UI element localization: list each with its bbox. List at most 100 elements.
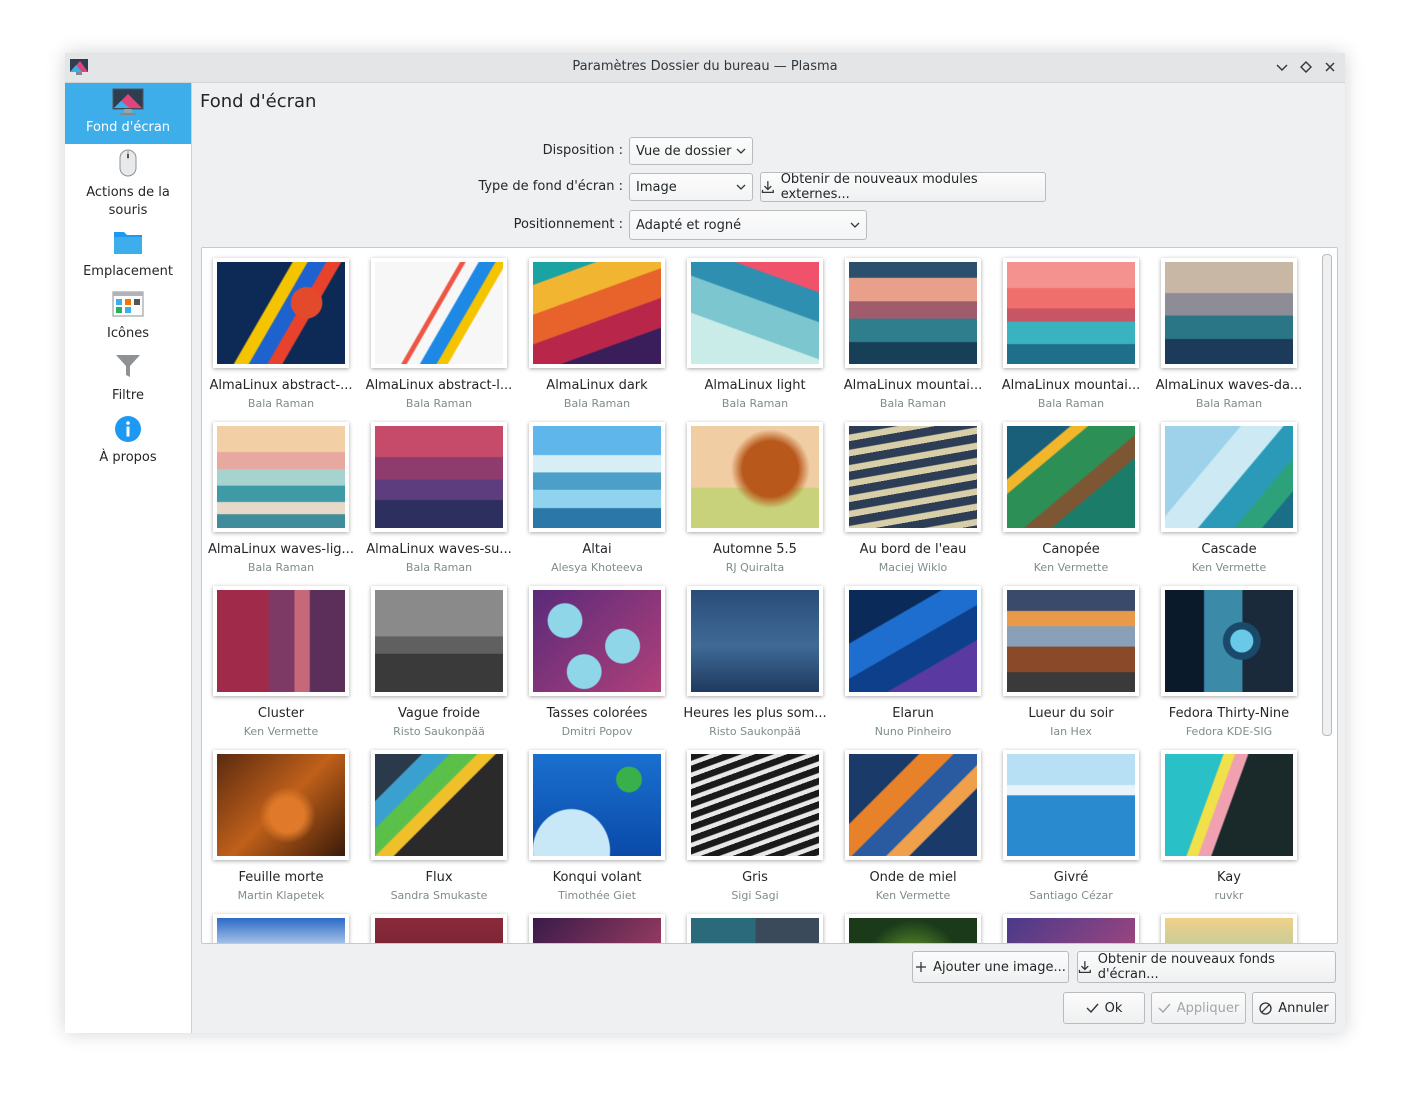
wallpaper-type-combo[interactable]: Image <box>629 173 753 201</box>
wallpaper-thumbnail <box>1165 590 1293 692</box>
checkmark-icon <box>1086 1003 1099 1014</box>
wallpaper-thumbnail-frame <box>529 914 665 943</box>
add-image-label: Ajouter une image... <box>933 959 1066 975</box>
minimize-button[interactable] <box>1272 57 1292 77</box>
wallpaper-author: RJ Quiralta <box>725 561 785 574</box>
wallpaper-name: Lueur du soir <box>1028 706 1114 721</box>
wallpaper-tile[interactable]: Vague froide Risto Saukonpää <box>364 580 514 742</box>
wallpaper-name: AlmaLinux waves-su... <box>366 542 512 557</box>
wallpaper-tile[interactable]: AlmaLinux dark Bala Raman <box>522 252 672 414</box>
wallpaper-tile[interactable]: Flux Sandra Smukaste <box>364 744 514 906</box>
wallpaper-thumbnail-frame <box>687 914 823 943</box>
wallpaper-tile[interactable] <box>996 908 1146 943</box>
wallpaper-name: AlmaLinux dark <box>546 378 648 393</box>
wallpaper-thumbnail-frame <box>1003 750 1139 860</box>
wallpaper-tile[interactable]: AlmaLinux abstract-... Bala Raman <box>206 252 356 414</box>
sidebar-item-wallpaper[interactable]: Fond d'écran <box>65 83 191 144</box>
wallpaper-thumbnail-frame <box>845 258 981 368</box>
wallpaper-tile[interactable]: Elarun Nuno Pinheiro <box>838 580 988 742</box>
sidebar-item-location[interactable]: Emplacement <box>65 229 191 283</box>
wallpaper-tile[interactable]: Tasses colorées Dmitri Popov <box>522 580 672 742</box>
layout-value: Vue de dossier <box>636 143 732 159</box>
wallpaper-tile[interactable]: Onde de miel Ken Vermette <box>838 744 988 906</box>
ok-label: Ok <box>1104 1000 1123 1016</box>
wallpaper-tile[interactable]: Altai Alesya Khoteeva <box>522 416 672 578</box>
wallpaper-tile[interactable]: Konqui volant Timothée Giet <box>522 744 672 906</box>
wallpaper-tile[interactable]: AlmaLinux light Bala Raman <box>680 252 830 414</box>
wallpaper-thumbnail <box>849 262 977 364</box>
positioning-combo[interactable]: Adapté et rogné <box>629 210 867 240</box>
wallpaper-author: Risto Saukonpää <box>393 725 485 738</box>
wallpaper-author: Santiago Cézar <box>1029 889 1113 902</box>
wallpaper-tile[interactable] <box>680 908 830 943</box>
wallpaper-name: Givré <box>1053 870 1089 885</box>
wallpaper-thumbnail <box>1165 426 1293 528</box>
sidebar-item-mouse-actions[interactable]: Actions de la souris <box>65 149 191 219</box>
wallpaper-tile[interactable]: Cascade Ken Vermette <box>1154 416 1304 578</box>
gallery-scrollbar[interactable] <box>1322 254 1332 736</box>
wallpaper-thumbnail <box>375 754 503 856</box>
wallpaper-tile[interactable]: Cluster Ken Vermette <box>206 580 356 742</box>
wallpaper-name: AlmaLinux waves-lig... <box>208 542 354 557</box>
wallpaper-thumbnail-frame <box>1161 750 1297 860</box>
wallpaper-tile[interactable]: Fedora Thirty-Nine Fedora KDE-SIG <box>1154 580 1304 742</box>
maximize-button[interactable] <box>1296 57 1316 77</box>
get-wallpapers-button[interactable]: Obtenir de nouveaux fonds d'écran... <box>1077 951 1336 983</box>
apply-button[interactable]: Appliquer <box>1151 992 1246 1024</box>
wallpaper-tile[interactable]: AlmaLinux mountai... Bala Raman <box>996 252 1146 414</box>
wallpaper-thumbnail-frame <box>1161 586 1297 696</box>
wallpaper-thumbnail <box>533 754 661 856</box>
wallpaper-thumbnail-frame <box>1161 914 1297 943</box>
wallpaper-name: AlmaLinux mountai... <box>843 378 983 393</box>
wallpaper-tile[interactable]: Au bord de l'eau Maciej Wiklo <box>838 416 988 578</box>
wallpaper-thumbnail-frame <box>529 586 665 696</box>
wallpaper-tile[interactable]: Feuille morte Martin Klapetek <box>206 744 356 906</box>
wallpaper-thumbnail <box>691 426 819 528</box>
wallpaper-tile[interactable]: AlmaLinux waves-su... Bala Raman <box>364 416 514 578</box>
wallpaper-tile[interactable] <box>522 908 672 943</box>
wallpaper-tile[interactable]: AlmaLinux waves-da... Bala Raman <box>1154 252 1304 414</box>
wallpaper-thumbnail-frame <box>371 750 507 860</box>
close-button[interactable] <box>1320 57 1340 77</box>
wallpaper-thumbnail-frame <box>845 750 981 860</box>
cancel-button[interactable]: Annuler <box>1252 992 1336 1024</box>
wallpaper-tile[interactable] <box>1154 908 1304 943</box>
wallpaper-tile[interactable]: AlmaLinux mountai... Bala Raman <box>838 252 988 414</box>
wallpaper-tile[interactable] <box>364 908 514 943</box>
wallpaper-tile[interactable]: Givré Santiago Cézar <box>996 744 1146 906</box>
wallpaper-tile[interactable]: AlmaLinux waves-lig... Bala Raman <box>206 416 356 578</box>
wallpaper-name: Gris <box>742 870 768 885</box>
wallpaper-thumbnail <box>1007 918 1135 943</box>
wallpaper-thumbnail <box>533 918 661 943</box>
wallpaper-tile[interactable]: Lueur du soir Ian Hex <box>996 580 1146 742</box>
cancel-label: Annuler <box>1278 1000 1329 1016</box>
layout-label: Disposition : <box>542 143 623 158</box>
wallpaper-thumbnail-frame <box>1161 258 1297 368</box>
sidebar-item-icons[interactable]: Icônes <box>65 291 191 345</box>
ok-button[interactable]: Ok <box>1063 992 1145 1024</box>
wallpaper-thumbnail <box>533 590 661 692</box>
add-image-button[interactable]: Ajouter une image... <box>912 951 1069 983</box>
wallpaper-gallery[interactable]: AlmaLinux abstract-... Bala Raman AlmaLi… <box>201 247 1338 944</box>
wallpaper-name: Cluster <box>257 706 305 721</box>
wallpaper-thumbnail <box>1165 262 1293 364</box>
wallpaper-tile[interactable]: Heures les plus som... Risto Saukonpää <box>680 580 830 742</box>
wallpaper-tile[interactable]: Gris Sigi Sagi <box>680 744 830 906</box>
wallpaper-tile[interactable] <box>838 908 988 943</box>
layout-combo[interactable]: Vue de dossier <box>629 137 753 165</box>
wallpaper-tile[interactable]: Automne 5.5 RJ Quiralta <box>680 416 830 578</box>
wallpaper-thumbnail <box>375 590 503 692</box>
wallpaper-tile[interactable]: AlmaLinux abstract-l... Bala Raman <box>364 252 514 414</box>
wallpaper-thumbnail <box>217 590 345 692</box>
wallpaper-tile[interactable]: Canopée Ken Vermette <box>996 416 1146 578</box>
wallpaper-name: Cascade <box>1201 542 1257 557</box>
get-plugins-button[interactable]: Obtenir de nouveaux modules externes... <box>760 172 1046 202</box>
wallpaper-thumbnail-frame <box>845 422 981 532</box>
wallpaper-tile[interactable] <box>206 908 356 943</box>
wallpaper-thumbnail <box>217 262 345 364</box>
wallpaper-tile[interactable]: Kay ruvkr <box>1154 744 1304 906</box>
get-plugins-label: Obtenir de nouveaux modules externes... <box>780 172 978 202</box>
sidebar-item-filter[interactable]: Filtre <box>65 353 191 407</box>
sidebar-item-about[interactable]: À propos <box>65 415 191 469</box>
wallpaper-name: Automne 5.5 <box>713 542 797 557</box>
